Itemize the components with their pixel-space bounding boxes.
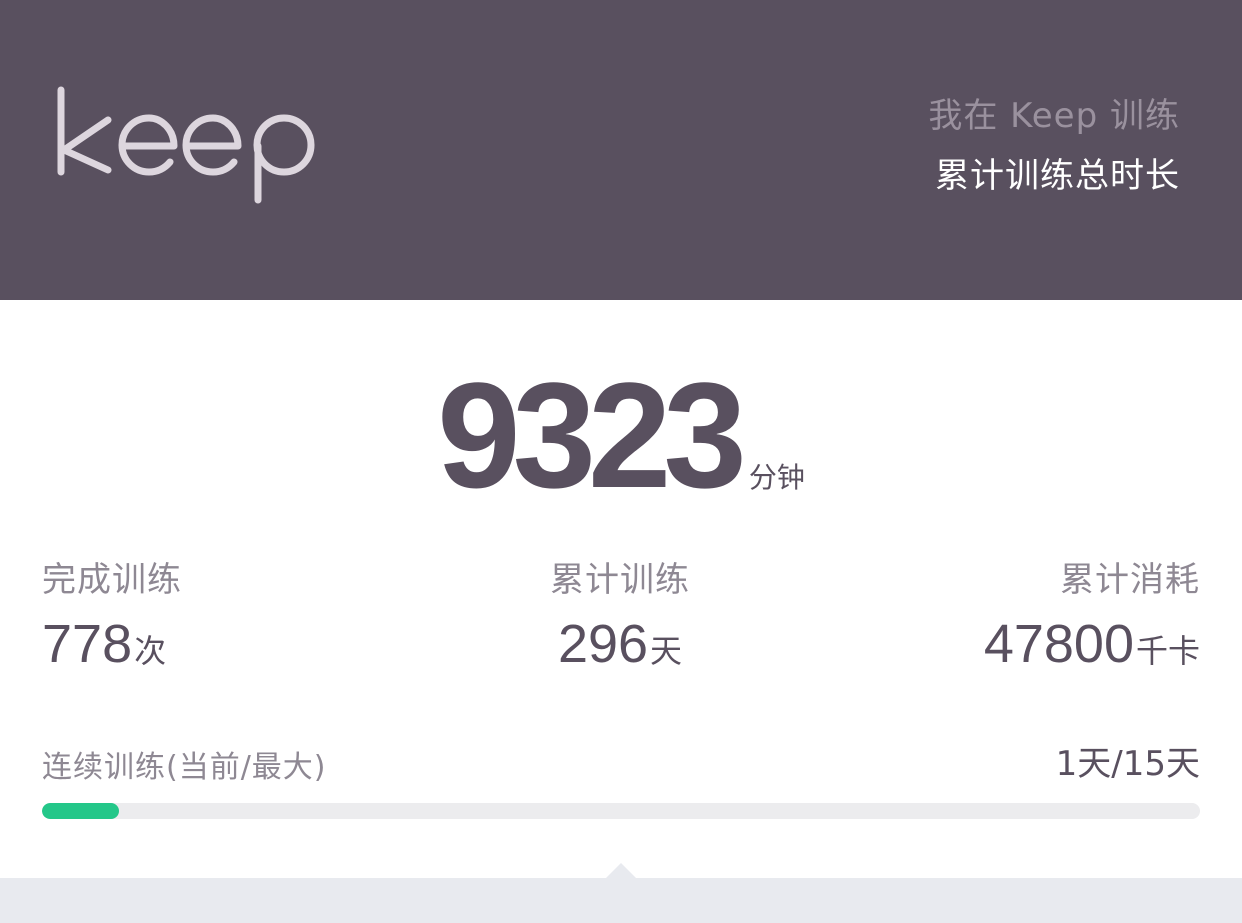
pointer-notch	[606, 863, 636, 878]
stat-label: 累计消耗	[1060, 560, 1200, 600]
keep-logo	[57, 86, 315, 204]
stat-training-days: 累计训练 296天	[470, 558, 770, 674]
streak-label: 连续训练(当前/最大)	[42, 750, 327, 785]
streak-progress-fill	[42, 803, 120, 819]
header-banner: 我在 Keep 训练 累计训练总时长	[0, 0, 1242, 300]
stat-calories: 累计消耗 47800千卡	[984, 558, 1200, 674]
footer-strip	[0, 863, 1242, 923]
stat-value: 778	[42, 614, 133, 674]
streak-progress-bar	[42, 803, 1200, 819]
streak-value: 1天/15天	[1055, 744, 1200, 784]
stat-label: 累计训练	[550, 560, 690, 600]
stat-label: 完成训练	[42, 560, 182, 600]
header-title: 累计训练总时长	[935, 156, 1180, 196]
stat-value: 47800	[983, 614, 1134, 674]
stat-completed-workouts: 完成训练 778次	[42, 558, 182, 674]
total-minutes-unit: 分钟	[748, 461, 805, 494]
stat-value: 296	[557, 614, 649, 674]
header-subtitle: 我在 Keep 训练	[928, 96, 1180, 136]
stat-unit: 次	[134, 632, 167, 670]
total-minutes-value: 9323	[437, 351, 747, 519]
total-duration: 9323 分钟	[0, 360, 1242, 510]
stat-unit: 千卡	[1135, 632, 1200, 670]
stats-card: 9323 分钟 完成训练 778次 累计训练 296天 累计消耗 47800千卡 …	[0, 300, 1242, 878]
stat-unit: 天	[650, 632, 683, 670]
